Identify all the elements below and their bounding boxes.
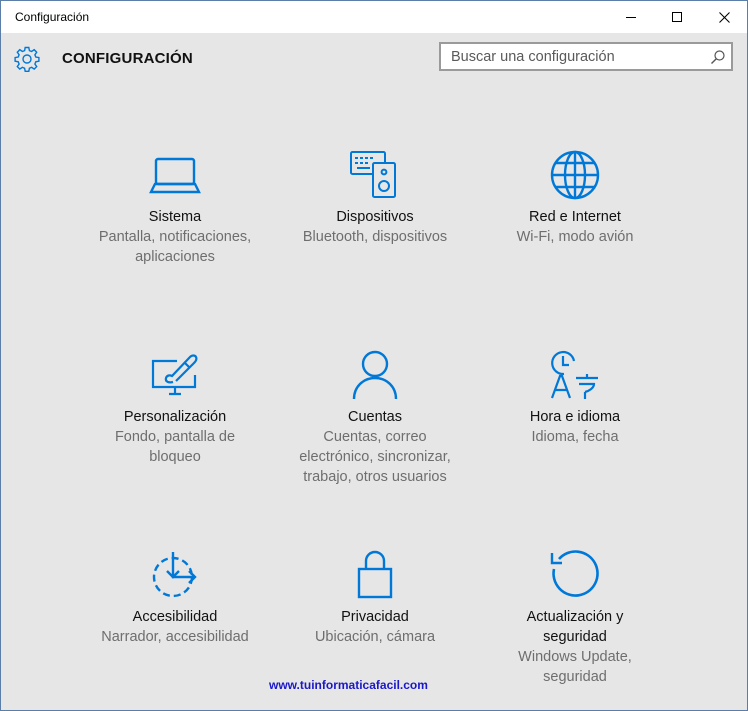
tile-description: seguridad	[543, 669, 607, 685]
settings-header: CONFIGURACIÓN	[1, 33, 747, 85]
tile-label: seguridad	[543, 629, 607, 645]
gear-icon[interactable]	[13, 45, 41, 73]
window-title: Configuración	[15, 10, 90, 24]
tile-label: Sistema	[148, 209, 202, 225]
person-icon	[352, 350, 398, 400]
tile-label: Red e Internet	[529, 209, 621, 225]
maximize-button[interactable]	[654, 1, 700, 33]
tile-label: Personalización	[123, 409, 227, 425]
tile-description: trabajo, otros usuarios	[303, 469, 447, 485]
laptop-icon	[149, 157, 201, 194]
tile-red-internet[interactable]: Red e Internet Wi-Fi, modo avión	[475, 149, 675, 247]
search-box[interactable]	[439, 42, 733, 71]
search-input[interactable]	[441, 44, 703, 69]
tile-description: Wi-Fi, modo avión	[516, 229, 634, 245]
tile-cuentas[interactable]: Cuentas Cuentas, correo electrónico, sin…	[275, 349, 475, 487]
tile-label: Actualización y	[526, 609, 624, 625]
tile-description: aplicaciones	[135, 249, 215, 265]
tile-actualizacion-seguridad[interactable]: Actualización y seguridad Windows Update…	[475, 549, 675, 687]
tile-description: Cuentas, correo	[323, 429, 427, 445]
tile-description: Windows Update,	[518, 649, 632, 665]
time-language-icon	[550, 350, 598, 399]
ease-of-access-icon	[152, 552, 197, 598]
search-icon[interactable]	[710, 49, 726, 65]
minimize-icon	[626, 17, 636, 18]
watermark-text: www.tuinformaticafacil.com	[269, 678, 428, 692]
lock-icon	[357, 550, 393, 599]
devices-icon	[350, 151, 396, 198]
tile-description: Pantalla, notificaciones,	[98, 229, 252, 245]
tile-privacidad[interactable]: Privacidad Ubicación, cámara	[275, 549, 475, 647]
tile-personalizacion[interactable]: Personalización Fondo, pantalla de bloqu…	[75, 349, 275, 467]
tile-description: Idioma, fecha	[531, 429, 619, 445]
tile-label: Dispositivos	[336, 209, 414, 225]
maximize-icon	[672, 12, 682, 22]
tile-description: Narrador, accesibilidad	[101, 629, 249, 645]
title-bar[interactable]: Configuración	[1, 1, 747, 33]
tile-label: Privacidad	[341, 609, 409, 625]
tile-sistema[interactable]: Sistema Pantalla, notificaciones, aplica…	[75, 149, 275, 267]
tile-description: Bluetooth, dispositivos	[302, 229, 448, 245]
tile-description: electrónico, sincronizar,	[299, 449, 451, 465]
settings-window: Configuración CONFIGURACIÓN Buscar una c…	[0, 0, 748, 711]
refresh-icon	[550, 550, 599, 597]
tile-description: bloqueo	[149, 449, 201, 465]
minimize-button[interactable]	[608, 1, 654, 33]
tile-description: Ubicación, cámara	[314, 629, 436, 645]
globe-icon	[550, 150, 600, 200]
tile-description: Fondo, pantalla de	[114, 429, 236, 445]
tile-dispositivos[interactable]: Dispositivos Bluetooth, dispositivos	[275, 149, 475, 247]
paint-monitor-icon	[151, 354, 198, 396]
tile-accesibilidad[interactable]: Accesibilidad Narrador, accesibilidad	[75, 549, 275, 647]
tile-label: Accesibilidad	[132, 609, 218, 625]
tile-hora-idioma[interactable]: Hora e idioma Idioma, fecha	[475, 349, 675, 447]
close-button[interactable]	[701, 1, 747, 33]
tile-label: Hora e idioma	[529, 409, 621, 425]
tile-label: Cuentas	[347, 409, 402, 425]
close-icon	[718, 11, 730, 23]
page-title: CONFIGURACIÓN	[62, 50, 193, 67]
